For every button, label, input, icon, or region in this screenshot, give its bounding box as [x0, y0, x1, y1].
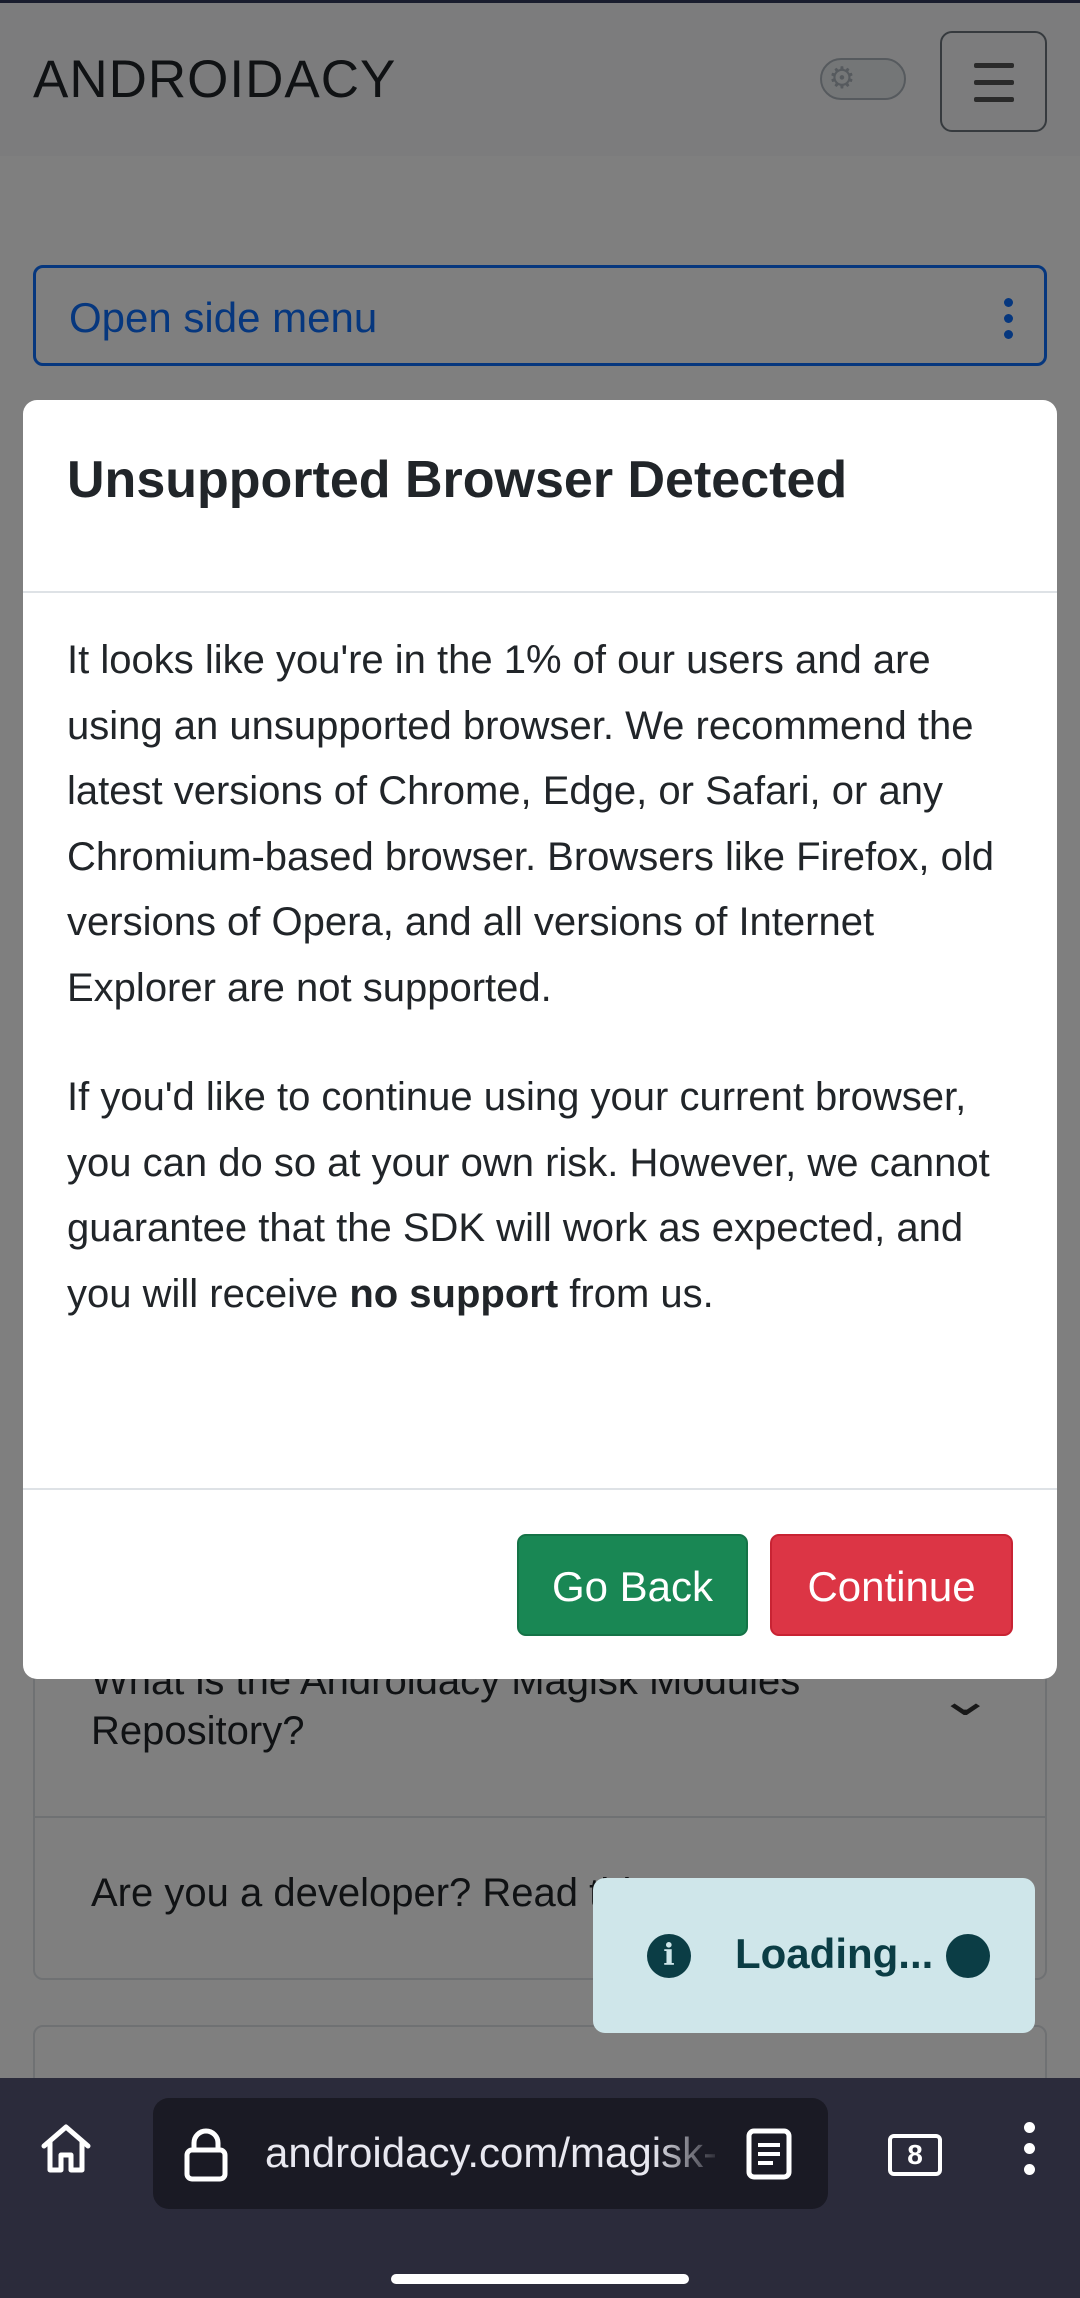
unsupported-browser-modal: Unsupported Browser Detected It looks li…: [23, 400, 1057, 1679]
gesture-navigation-bar[interactable]: [391, 2274, 689, 2284]
modal-footer: Go Back Continue: [23, 1488, 1057, 1679]
spinner-icon: [946, 1934, 990, 1978]
modal-header: Unsupported Browser Detected: [23, 400, 1057, 593]
address-bar[interactable]: androidacy.com/magisk-: [153, 2098, 828, 2209]
tab-count-button[interactable]: 8: [888, 2134, 942, 2176]
go-back-button[interactable]: Go Back: [517, 1534, 748, 1636]
browser-toolbar: androidacy.com/magisk- 8: [0, 2078, 1080, 2298]
info-icon: i: [647, 1934, 691, 1978]
modal-title: Unsupported Browser Detected: [67, 451, 848, 509]
lock-icon[interactable]: [183, 2128, 229, 2182]
url-text: androidacy.com/magisk-: [265, 2129, 715, 2176]
toast-text: Loading...: [735, 1930, 934, 1977]
modal-paragraph: It looks like you're in the 1% of our us…: [67, 638, 994, 1010]
continue-button[interactable]: Continue: [770, 1534, 1013, 1636]
no-support-emphasis: no support: [349, 1271, 559, 1316]
more-options-icon[interactable]: [1024, 2122, 1038, 2185]
home-icon[interactable]: [38, 2120, 94, 2176]
modal-paragraph: If you'd like to continue using your cur…: [67, 1075, 990, 1316]
reader-mode-icon[interactable]: [746, 2128, 792, 2180]
modal-body: It looks like you're in the 1% of our us…: [67, 628, 1017, 1371]
loading-toast: i Loading...: [593, 1878, 1035, 2033]
